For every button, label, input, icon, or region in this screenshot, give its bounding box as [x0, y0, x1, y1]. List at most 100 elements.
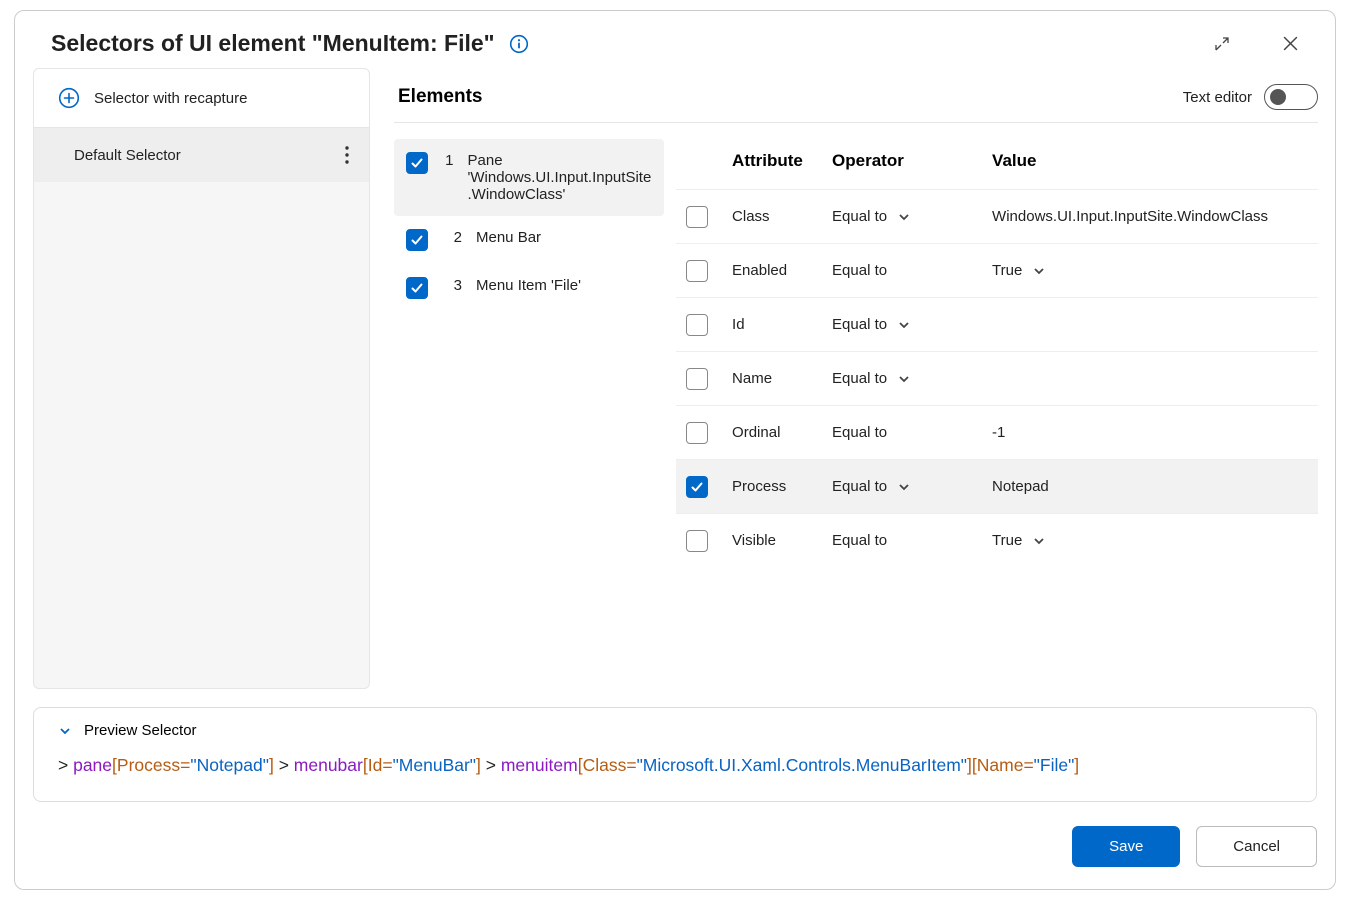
attributes-header-row: Attribute Operator Value — [676, 123, 1318, 189]
plus-circle-icon — [58, 87, 80, 109]
element-row[interactable]: 3 Menu Item 'File' — [394, 264, 664, 312]
code-token-attr: Name — [977, 755, 1024, 775]
more-vertical-icon[interactable] — [339, 144, 355, 166]
cancel-button[interactable]: Cancel — [1196, 826, 1317, 867]
code-token-str: "Microsoft.UI.Xaml.Controls.MenuBarItem" — [637, 755, 967, 775]
chevron-down-icon — [1032, 534, 1046, 548]
preview-selector-panel: Preview Selector > pane[Process="Notepad… — [33, 707, 1317, 802]
element-row[interactable]: 1 Pane 'Windows.UI.Input.InputSite.Window… — [394, 139, 664, 216]
element-checkbox[interactable] — [406, 277, 428, 299]
attribute-row[interactable]: VisibleEqual toTrue — [676, 513, 1318, 567]
code-token-op: > — [481, 755, 501, 775]
selector-list: Default Selector — [33, 128, 370, 689]
attribute-value-dropdown[interactable]: True — [992, 532, 1268, 549]
attributes-table: Attribute Operator Value ClassEqual toWi… — [676, 123, 1318, 689]
attribute-name: Enabled — [732, 262, 832, 279]
chevron-down-icon — [897, 318, 911, 332]
selector-sidebar: Selector with recapture Default Selector — [33, 68, 370, 689]
attribute-operator-dropdown[interactable]: Equal to — [832, 262, 992, 279]
code-token-op: > — [58, 755, 73, 775]
code-token-eq: = — [180, 755, 190, 775]
attribute-operator-dropdown[interactable]: Equal to — [832, 532, 992, 549]
code-token-el: pane — [73, 755, 112, 775]
dialog-header: Selectors of UI element "MenuItem: File" — [15, 11, 1335, 68]
sidebar-item-selector[interactable]: Default Selector — [34, 128, 369, 182]
code-token-str: "MenuBar" — [393, 755, 476, 775]
element-label: Pane 'Windows.UI.Input.InputSite.WindowC… — [468, 152, 653, 203]
attribute-checkbox[interactable] — [686, 368, 708, 390]
attribute-value[interactable]: -1 — [992, 424, 1268, 441]
element-index: 3 — [442, 277, 462, 294]
save-button[interactable]: Save — [1072, 826, 1180, 867]
preview-code: > pane[Process="Notepad"] > menubar[Id="… — [58, 751, 1296, 779]
element-index: 2 — [442, 229, 462, 246]
attribute-checkbox[interactable] — [686, 260, 708, 282]
element-row[interactable]: 2 Menu Bar — [394, 216, 664, 264]
attribute-value[interactable]: Windows.UI.Input.InputSite.WindowClass — [992, 208, 1268, 225]
element-label: Menu Item 'File' — [476, 277, 581, 294]
code-token-el: menuitem — [501, 755, 578, 775]
attribute-checkbox[interactable] — [686, 314, 708, 336]
attribute-name: Ordinal — [732, 424, 832, 441]
code-token-str: "File" — [1034, 755, 1075, 775]
preview-label: Preview Selector — [84, 722, 197, 739]
element-checkbox[interactable] — [406, 152, 428, 174]
selector-with-recapture-button[interactable]: Selector with recapture — [33, 68, 370, 128]
elements-heading: Elements — [398, 86, 482, 108]
code-token-attr: Class — [583, 755, 627, 775]
attribute-row[interactable]: EnabledEqual toTrue — [676, 243, 1318, 297]
preview-toggle[interactable]: Preview Selector — [58, 722, 1296, 739]
attribute-row[interactable]: IdEqual to — [676, 297, 1318, 351]
attribute-name: Class — [732, 208, 832, 225]
col-operator: Operator — [832, 151, 992, 171]
info-icon[interactable] — [509, 34, 529, 54]
element-index: 1 — [442, 152, 454, 169]
attribute-checkbox[interactable] — [686, 206, 708, 228]
attribute-checkbox[interactable] — [686, 422, 708, 444]
attribute-operator-dropdown[interactable]: Equal to — [832, 424, 992, 441]
attribute-name: Process — [732, 478, 832, 495]
code-token-eq: = — [626, 755, 636, 775]
selector-item-label: Default Selector — [74, 147, 181, 164]
attribute-row[interactable]: ProcessEqual toNotepad — [676, 459, 1318, 513]
recapture-label: Selector with recapture — [94, 90, 247, 107]
code-token-op: > — [274, 755, 294, 775]
attribute-checkbox[interactable] — [686, 530, 708, 552]
selector-editor-dialog: Selectors of UI element "MenuItem: File"… — [14, 10, 1336, 890]
col-attribute: Attribute — [732, 151, 832, 171]
chevron-down-icon — [1032, 264, 1046, 278]
attribute-value-dropdown[interactable]: True — [992, 262, 1268, 279]
text-editor-toggle[interactable] — [1264, 84, 1318, 110]
attribute-operator-dropdown[interactable]: Equal to — [832, 208, 992, 225]
attribute-checkbox[interactable] — [686, 476, 708, 498]
dialog-title: Selectors of UI element "MenuItem: File" — [51, 30, 495, 57]
code-token-str: "Notepad" — [190, 755, 269, 775]
main-panel: Elements Text editor 1Pane 'Windows.UI.I… — [370, 68, 1330, 689]
code-token-el: menubar — [294, 755, 363, 775]
attribute-operator-dropdown[interactable]: Equal to — [832, 478, 992, 495]
code-token-brk: ] — [1074, 755, 1079, 775]
expand-icon[interactable] — [1208, 30, 1236, 58]
code-token-eq: = — [1023, 755, 1033, 775]
chevron-down-icon — [58, 724, 72, 738]
elements-list: 1 Pane 'Windows.UI.Input.InputSite.Window… — [394, 123, 676, 689]
attribute-row[interactable]: NameEqual to — [676, 351, 1318, 405]
toggle-knob — [1270, 89, 1286, 105]
dialog-footer: Save Cancel — [15, 802, 1335, 889]
close-icon[interactable] — [1276, 29, 1305, 58]
attribute-name: Id — [732, 316, 832, 333]
code-token-attr: Id — [368, 755, 383, 775]
attribute-operator-dropdown[interactable]: Equal to — [832, 316, 992, 333]
code-token-attr: Process — [117, 755, 180, 775]
element-label: Menu Bar — [476, 229, 541, 246]
attribute-row[interactable]: OrdinalEqual to-1 — [676, 405, 1318, 459]
element-checkbox[interactable] — [406, 229, 428, 251]
attribute-value[interactable]: Notepad — [992, 478, 1268, 495]
attribute-row[interactable]: ClassEqual toWindows.UI.Input.InputSite.… — [676, 189, 1318, 243]
attribute-name: Name — [732, 370, 832, 387]
col-value: Value — [992, 151, 1268, 171]
attribute-operator-dropdown[interactable]: Equal to — [832, 370, 992, 387]
chevron-down-icon — [897, 372, 911, 386]
chevron-down-icon — [897, 210, 911, 224]
code-token-eq: = — [382, 755, 392, 775]
